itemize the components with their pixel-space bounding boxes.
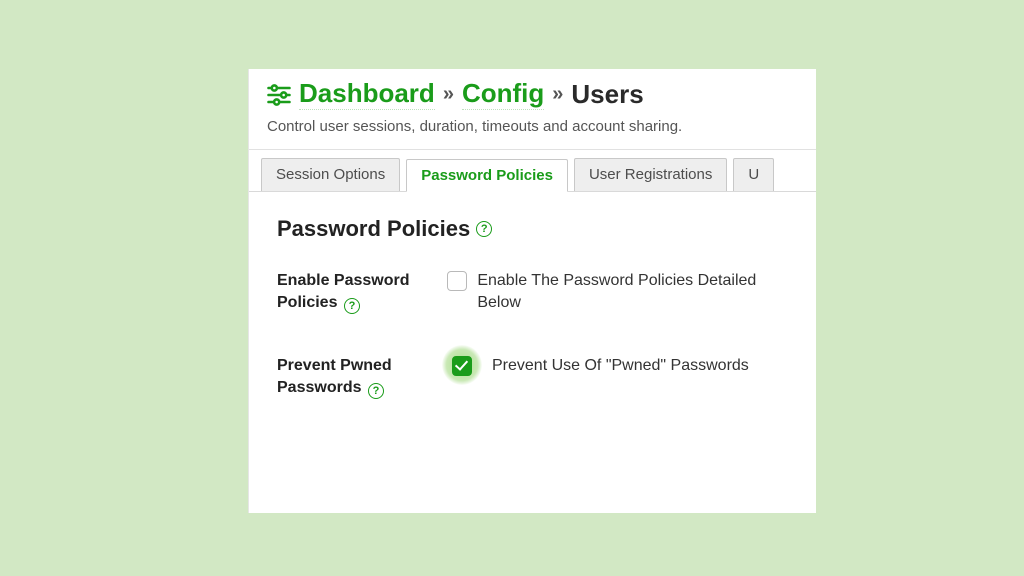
breadcrumb-config[interactable]: Config [462, 79, 544, 110]
breadcrumb: Dashboard » Config » Users [249, 69, 816, 116]
checkbox-label[interactable]: Enable The Password Policies Detailed Be… [477, 270, 788, 313]
section-title-text: Password Policies [277, 216, 470, 242]
enable-policies-checkbox[interactable] [447, 271, 467, 291]
page-description: Control user sessions, duration, timeout… [249, 116, 816, 149]
tab-bar: Session Options Password Policies User R… [249, 150, 816, 192]
tab-session-options[interactable]: Session Options [261, 158, 400, 191]
field-enable-password-policies: Enable Password Policies ? Enable The Pa… [277, 270, 788, 313]
settings-sliders-icon [265, 81, 293, 109]
field-label: Prevent Pwned Passwords ? [277, 355, 452, 398]
tab-user-registrations[interactable]: User Registrations [574, 158, 727, 191]
breadcrumb-dashboard[interactable]: Dashboard [299, 79, 435, 110]
tab-password-policies[interactable]: Password Policies [406, 159, 568, 192]
settings-panel: Dashboard » Config » Users Control user … [249, 69, 816, 513]
section-title: Password Policies ? [277, 216, 788, 242]
breadcrumb-current: Users [571, 79, 643, 110]
tab-content: Password Policies ? Enable Password Poli… [249, 192, 816, 464]
help-icon[interactable]: ? [344, 298, 360, 314]
breadcrumb-separator: » [443, 83, 454, 106]
field-control: Prevent Use Of "Pwned" Passwords [452, 355, 749, 377]
field-control: Enable The Password Policies Detailed Be… [447, 270, 788, 313]
help-icon[interactable]: ? [368, 383, 384, 399]
field-prevent-pwned-passwords: Prevent Pwned Passwords ? Prevent Use Of… [277, 355, 788, 398]
tab-partial-next[interactable]: U [733, 158, 774, 191]
checkbox-label[interactable]: Prevent Use Of "Pwned" Passwords [492, 355, 749, 377]
help-icon[interactable]: ? [476, 221, 492, 237]
prevent-pwned-checkbox[interactable] [452, 356, 472, 376]
breadcrumb-separator: » [552, 83, 563, 106]
field-label: Enable Password Policies ? [277, 270, 447, 313]
highlight-ring [442, 345, 482, 385]
